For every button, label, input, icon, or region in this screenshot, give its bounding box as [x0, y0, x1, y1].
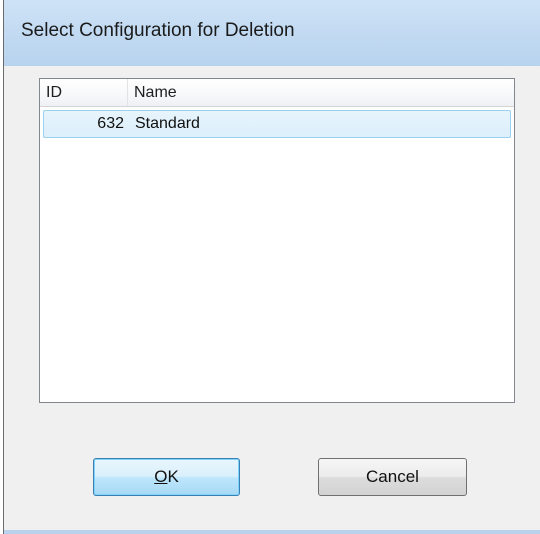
list-header: ID Name [40, 79, 514, 107]
ok-button[interactable]: OK [93, 458, 240, 496]
window-title: Select Configuration for Deletion [21, 20, 295, 41]
screen: Select Configuration for Deletion ID Nam… [0, 0, 540, 534]
row-id-cell: 632 [97, 115, 124, 132]
cancel-button[interactable]: Cancel [318, 458, 467, 496]
dialog-body: ID Name 632 Standard OK Cancel [4, 66, 540, 534]
dialog-window: Select Configuration for Deletion ID Nam… [3, 0, 540, 534]
row-name-cell: Standard [135, 115, 200, 132]
list-row[interactable]: 632 Standard [43, 110, 511, 138]
title-bar[interactable]: Select Configuration for Deletion [4, 0, 540, 66]
ok-label-rest: K [167, 467, 179, 486]
column-header-name[interactable]: Name [128, 79, 514, 106]
ok-accelerator: O [154, 467, 168, 486]
column-header-id[interactable]: ID [40, 79, 128, 106]
window-bottom-border [4, 530, 540, 534]
configuration-list[interactable]: ID Name 632 Standard [39, 78, 515, 403]
